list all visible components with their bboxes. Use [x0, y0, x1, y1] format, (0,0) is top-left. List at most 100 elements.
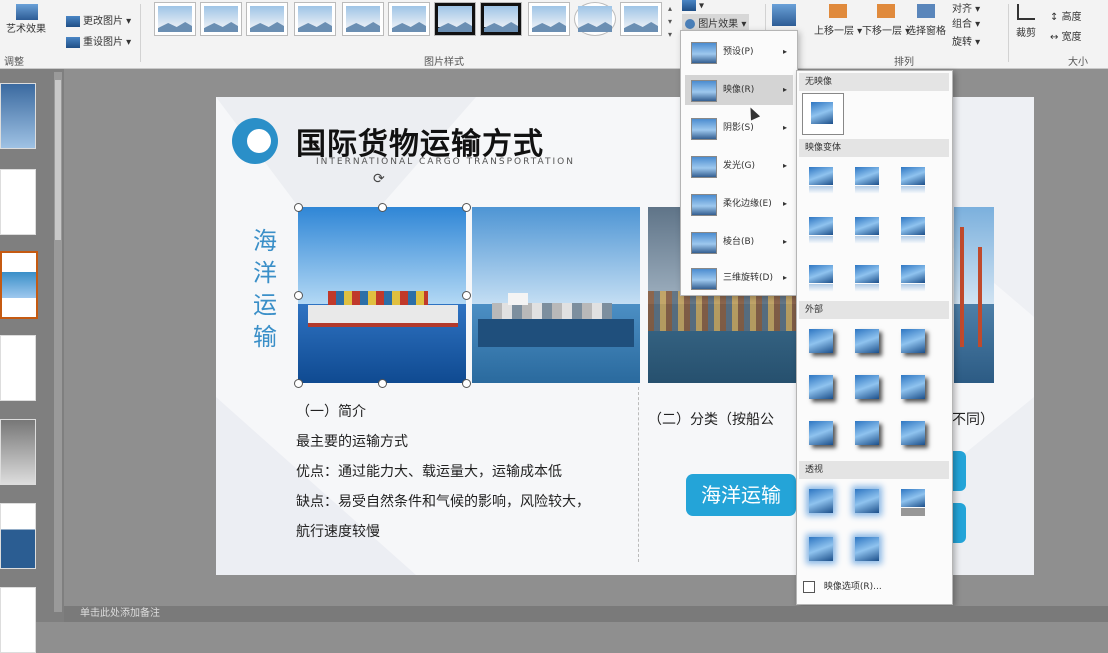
resize-handle[interactable]	[378, 203, 387, 212]
crop-icon	[1017, 4, 1035, 20]
resize-handle[interactable]	[462, 203, 471, 212]
picture-effects-button[interactable]: 图片效果 ▾	[682, 14, 750, 31]
reset-picture-icon	[66, 36, 80, 48]
resize-handle[interactable]	[294, 379, 303, 388]
reflection-option[interactable]	[803, 259, 839, 295]
style-thumb-3[interactable]	[246, 2, 288, 36]
menu-item-soft-edges[interactable]: 柔化边缘(E) ▸	[685, 189, 793, 219]
artistic-effects-button[interactable]: 艺术效果	[6, 4, 46, 35]
slide-thumbnail-2[interactable]	[0, 169, 36, 235]
picture-border-button[interactable]: ▾	[682, 0, 704, 12]
thumbnail-scrollbar[interactable]	[54, 72, 62, 612]
intro-line-1[interactable]: 最主要的运输方式	[296, 431, 408, 451]
alt-text-icon[interactable]	[772, 4, 796, 26]
reflection-option[interactable]	[895, 415, 931, 451]
slide-thumbnail-3[interactable]	[0, 251, 38, 319]
style-thumb-5[interactable]	[342, 2, 384, 36]
ship-photo-2[interactable]	[472, 207, 640, 383]
style-thumb-2[interactable]	[200, 2, 242, 36]
reflection-option[interactable]	[849, 531, 885, 567]
style-thumb-4[interactable]	[294, 2, 336, 36]
change-picture-button[interactable]: 更改图片 ▾	[66, 12, 131, 27]
reflection-option[interactable]	[803, 323, 839, 359]
picture-styles-gallery[interactable]	[150, 0, 670, 44]
reflection-option[interactable]	[895, 483, 931, 519]
reflection-option[interactable]	[849, 369, 885, 405]
reflection-option[interactable]	[849, 415, 885, 451]
send-backward-button[interactable]: 下移一层 ▾	[862, 4, 910, 37]
style-thumb-6[interactable]	[388, 2, 430, 36]
selection-pane-icon	[917, 4, 935, 18]
group-button[interactable]: 组合 ▾	[952, 15, 980, 30]
style-thumb-1[interactable]	[154, 2, 196, 36]
style-thumb-7[interactable]	[434, 2, 476, 36]
reflection-option[interactable]	[803, 369, 839, 405]
slide-thumbnail-7[interactable]	[0, 587, 36, 653]
picture-effects-menu: 预设(P) ▸ 映像(R) ▸ 阴影(S) ▸ 发光(G) ▸ 柔化边缘(E) ▸ 棱台(…	[680, 30, 798, 296]
port-photo-4[interactable]	[954, 207, 994, 383]
reflection-options-item[interactable]: 映像选项(R)...	[803, 579, 882, 593]
sea-transport-button[interactable]: 海洋运输	[686, 474, 796, 516]
no-reflection-option[interactable]	[802, 93, 844, 135]
reflection-option[interactable]	[895, 259, 931, 295]
reflection-option[interactable]	[803, 161, 839, 197]
notes-bar[interactable]: 单击此处添加备注	[64, 606, 1108, 622]
scrollbar-thumb[interactable]	[55, 80, 61, 240]
crop-button[interactable]: 裁剪	[1016, 4, 1036, 39]
style-thumb-11[interactable]	[620, 2, 662, 36]
reflection-option[interactable]	[849, 211, 885, 247]
height-field[interactable]: ↕ 高度	[1050, 8, 1082, 23]
reflection-option[interactable]	[895, 323, 931, 359]
resize-handle[interactable]	[294, 203, 303, 212]
width-field[interactable]: ↔ 宽度	[1050, 28, 1082, 43]
ship-photo-1[interactable]	[298, 207, 466, 383]
resize-handle[interactable]	[378, 379, 387, 388]
gallery-scroll[interactable]: ▴ ▾ ▾	[664, 2, 676, 42]
slide-thumbnail-6[interactable]	[0, 503, 36, 569]
menu-item-preset[interactable]: 预设(P) ▸	[685, 37, 793, 67]
classify-heading[interactable]: （二）分类（按船公	[648, 409, 774, 429]
slide-thumbnail-1[interactable]	[0, 83, 36, 149]
picture-border-icon	[682, 0, 696, 11]
reflection-icon	[691, 80, 717, 102]
intro-line-4[interactable]: 航行速度较慢	[296, 521, 380, 541]
bring-forward-button[interactable]: 上移一层 ▾	[814, 4, 862, 37]
menu-item-bevel[interactable]: 棱台(B) ▸	[685, 227, 793, 257]
vertical-label[interactable]: 海洋运输	[248, 225, 282, 353]
reflection-option[interactable]	[849, 161, 885, 197]
rotate-handle-icon[interactable]: ⟳	[373, 171, 385, 187]
reflection-option[interactable]	[849, 323, 885, 359]
reflection-option[interactable]	[803, 483, 839, 519]
align-button[interactable]: 对齐 ▾	[952, 0, 980, 15]
selection-pane-button[interactable]: 选择窗格	[906, 4, 946, 37]
style-thumb-8[interactable]	[480, 2, 522, 36]
menu-item-shadow[interactable]: 阴影(S) ▸	[685, 113, 793, 143]
style-thumb-9[interactable]	[528, 2, 570, 36]
reflection-option[interactable]	[849, 483, 885, 519]
slide-thumbnail-4[interactable]	[0, 335, 36, 401]
reflection-option[interactable]	[895, 161, 931, 197]
reflection-option[interactable]	[803, 531, 839, 567]
rotate-button[interactable]: 旋转 ▾	[952, 33, 980, 48]
menu-item-3d-rotation[interactable]: 三维旋转(D) ▸	[685, 263, 793, 293]
section-perspective: 透视	[799, 461, 949, 479]
intro-line-2[interactable]: 优点：通过能力大、载运量大，运输成本低	[296, 461, 562, 481]
reflection-option[interactable]	[803, 415, 839, 451]
reflection-options-checkbox[interactable]	[803, 580, 815, 593]
menu-item-glow[interactable]: 发光(G) ▸	[685, 151, 793, 181]
resize-handle[interactable]	[294, 291, 303, 300]
style-thumb-10[interactable]	[574, 2, 616, 36]
arrange-group-label: 排列	[894, 57, 914, 68]
resize-handle[interactable]	[462, 379, 471, 388]
reflection-option[interactable]	[895, 369, 931, 405]
reflection-option[interactable]	[849, 259, 885, 295]
reset-picture-button[interactable]: 重设图片 ▾	[66, 33, 131, 48]
classify-heading-tail[interactable]: 不同）	[952, 409, 994, 429]
reflection-option[interactable]	[803, 211, 839, 247]
resize-handle[interactable]	[462, 291, 471, 300]
reflection-option[interactable]	[895, 211, 931, 247]
intro-line-3[interactable]: 缺点：易受自然条件和气候的影响，风险较大，	[296, 491, 590, 511]
intro-heading[interactable]: （一）简介	[296, 401, 366, 421]
slide-thumbnail-5[interactable]	[0, 419, 36, 485]
menu-item-reflection[interactable]: 映像(R) ▸	[685, 75, 793, 105]
